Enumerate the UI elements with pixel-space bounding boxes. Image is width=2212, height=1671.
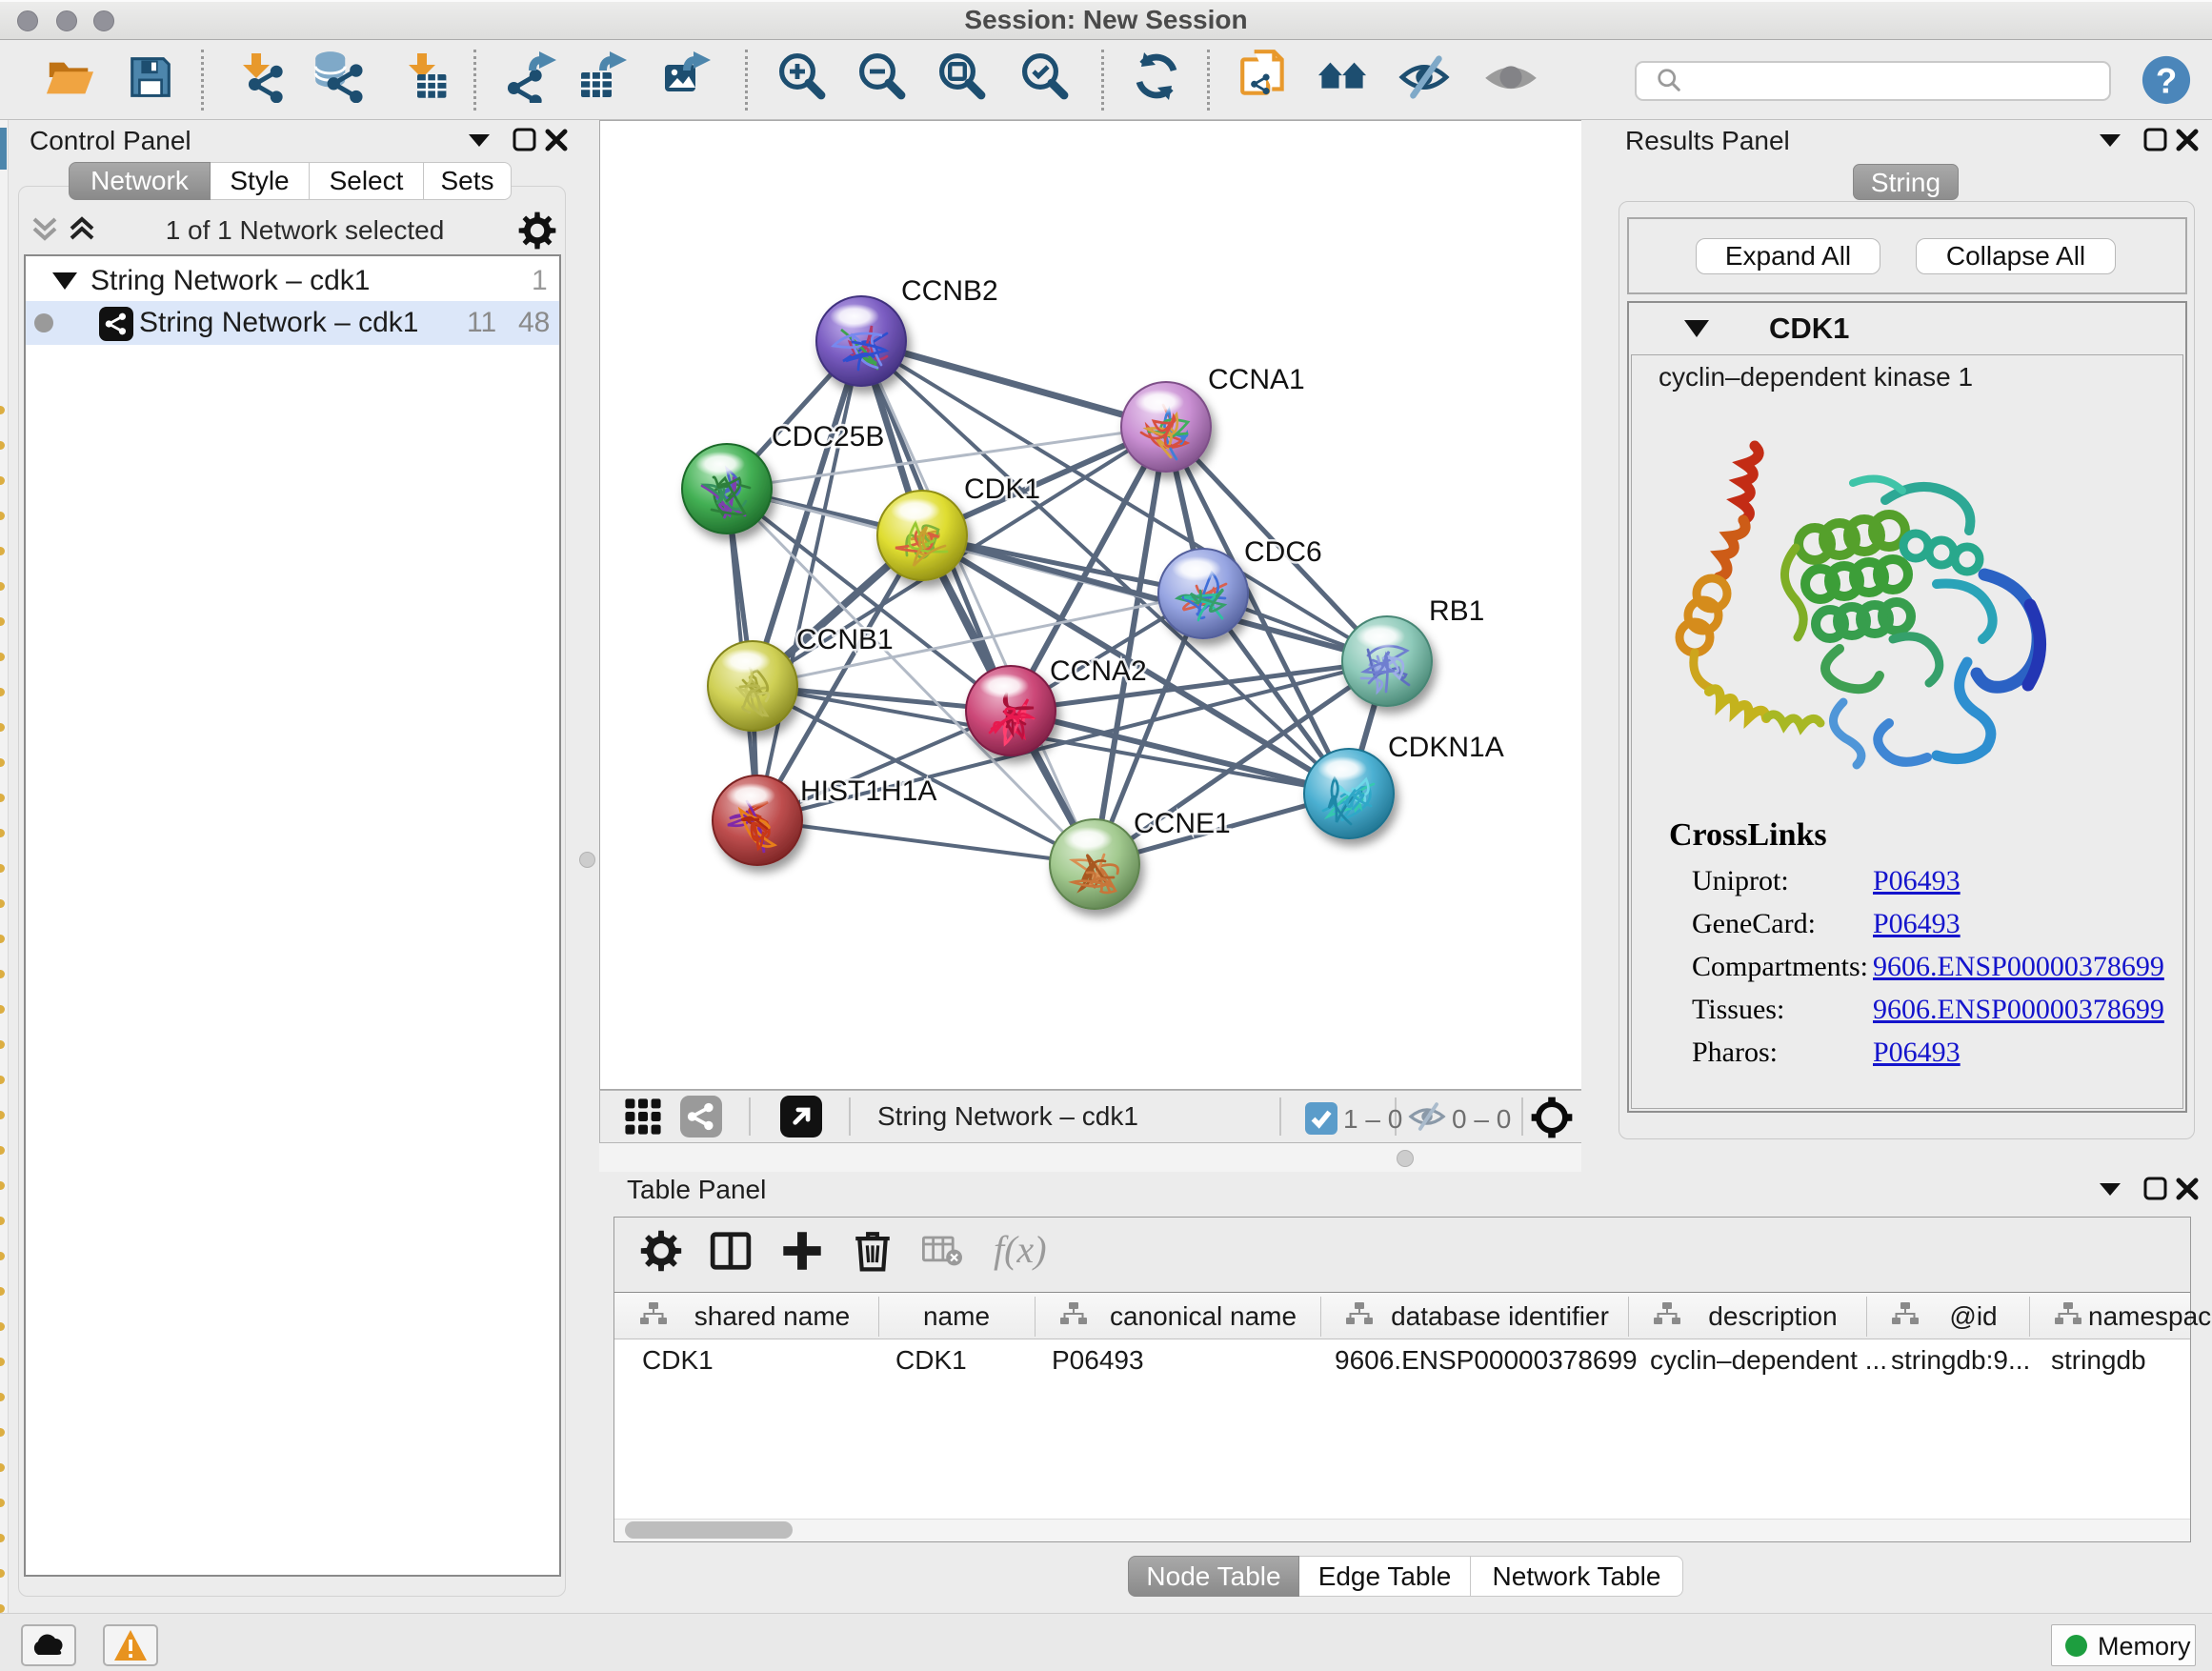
- svg-text:HIST1H1A: HIST1H1A: [800, 775, 936, 807]
- svg-text:?: ?: [2156, 62, 2177, 101]
- svg-text:CCNE1: CCNE1: [1134, 808, 1231, 839]
- svg-text:CDC25B: CDC25B: [772, 421, 884, 453]
- svg-text:CCNB2: CCNB2: [901, 275, 998, 307]
- svg-text:RB1: RB1: [1429, 595, 1484, 627]
- svg-text:CCNB1: CCNB1: [796, 624, 894, 655]
- svg-text:CCNA1: CCNA1: [1208, 364, 1305, 395]
- svg-text:CCNA2: CCNA2: [1050, 655, 1147, 687]
- svg-text:CDK1: CDK1: [964, 473, 1040, 505]
- svg-text:CDC6: CDC6: [1244, 536, 1322, 568]
- svg-text:CDKN1A: CDKN1A: [1388, 732, 1504, 763]
